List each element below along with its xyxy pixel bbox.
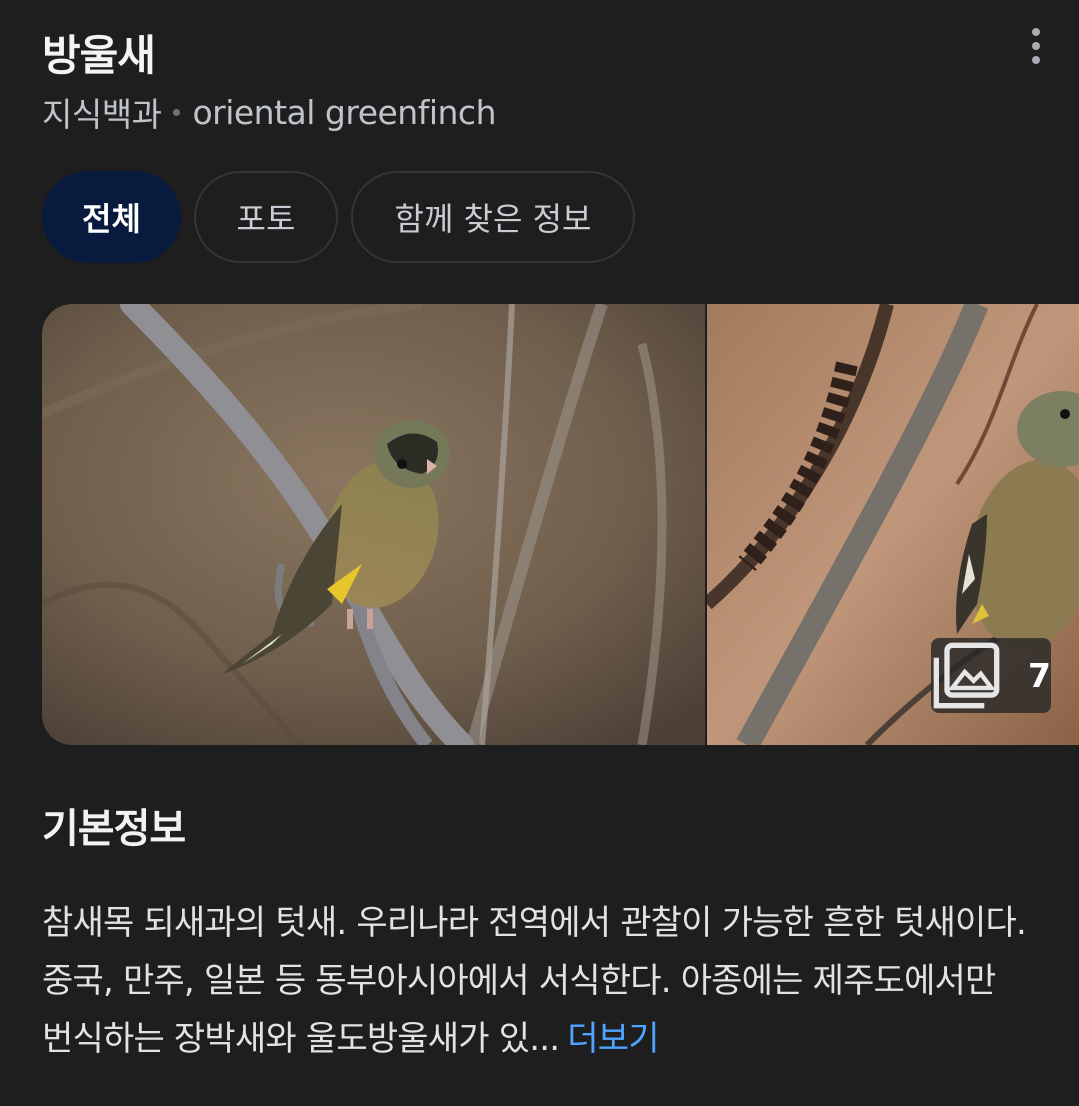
image-stack-icon — [933, 642, 1000, 709]
tab-bar: 전체 포토 함께 찾은 정보 — [42, 171, 635, 263]
more-options-icon[interactable] — [1018, 24, 1054, 68]
separator-dot — [173, 108, 181, 116]
description-text: 참새목 되새과의 텃새. 우리나라 전역에서 관찰이 가능한 흔한 텃새이다. … — [42, 903, 1027, 1059]
bird-photo-1[interactable] — [42, 304, 705, 745]
description: 참새목 되새과의 텃새. 우리나라 전역에서 관찰이 가능한 흔한 텃새이다. … — [42, 894, 1042, 1068]
subtitle: 지식백과 oriental greenfinch — [42, 88, 496, 136]
english-name: oriental greenfinch — [192, 92, 496, 132]
more-link[interactable]: 더보기 — [567, 1019, 659, 1059]
bird-photo-2[interactable]: 7 — [707, 304, 1079, 745]
tab-all[interactable]: 전체 — [42, 171, 181, 263]
page-title: 방울새 — [42, 31, 156, 80]
section-title-basic-info: 기본정보 — [42, 806, 186, 852]
photo-count-badge[interactable]: 7 — [931, 638, 1051, 713]
source-label: 지식백과 — [42, 95, 162, 134]
photo-gallery: 7 — [42, 304, 1079, 745]
tab-photo[interactable]: 포토 — [194, 171, 338, 263]
tab-related-info[interactable]: 함께 찾은 정보 — [351, 171, 635, 263]
photo-count: 7 — [1028, 656, 1051, 695]
